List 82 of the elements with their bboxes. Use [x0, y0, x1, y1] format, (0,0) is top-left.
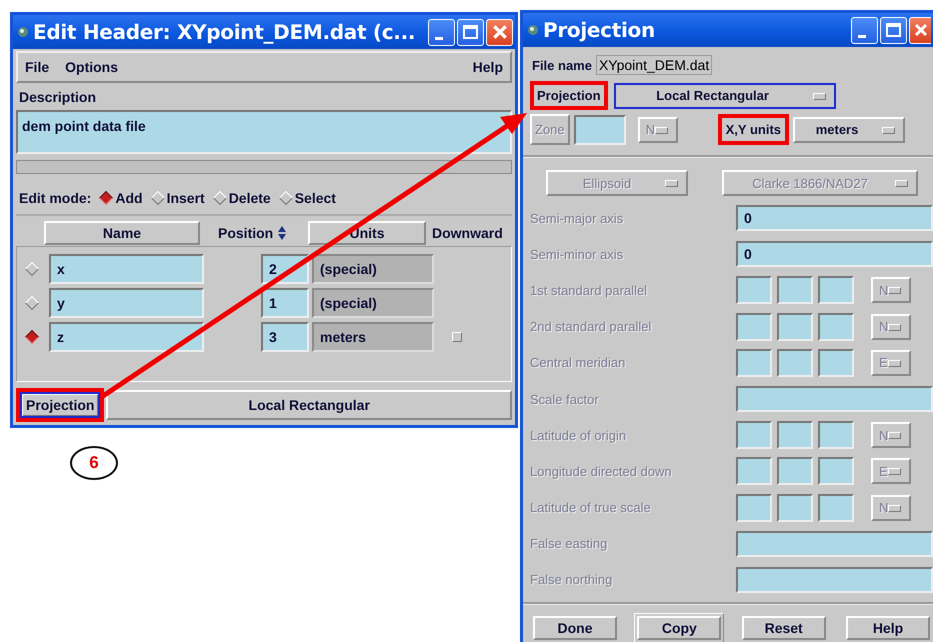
units-cell[interactable]: (special) — [312, 288, 434, 318]
app-icon — [527, 24, 539, 36]
projection-dropdown[interactable]: Local Rectangular — [614, 82, 836, 108]
position-field[interactable]: 1 — [261, 288, 309, 318]
parameter-label: Scale factor — [530, 392, 600, 407]
parameter-label: False northing — [530, 572, 614, 588]
seconds-field[interactable] — [818, 276, 854, 304]
parameter-label: Latitude of origin — [530, 428, 628, 443]
parameter-label: Semi-major axis — [530, 210, 624, 226]
minutes-field[interactable] — [777, 312, 813, 341]
parameter-label: Central meridian — [530, 355, 626, 370]
degrees-field[interactable] — [736, 348, 772, 377]
close-button[interactable] — [486, 18, 513, 46]
projection-value: Local Rectangular — [106, 390, 512, 420]
file-name-label: File name — [532, 58, 592, 72]
name-field[interactable]: x — [49, 254, 204, 284]
close-icon — [914, 22, 928, 38]
seconds-field[interactable] — [818, 421, 854, 450]
mode-radio[interactable]: Insert — [152, 190, 205, 206]
degrees-field[interactable] — [736, 312, 772, 341]
zone-field[interactable] — [574, 114, 626, 144]
description-label: Description — [18, 88, 98, 107]
window-title: Edit Header: XYpoint_DEM.dat (c... — [33, 20, 416, 44]
column-header: Downward — [432, 225, 503, 241]
edit-mode-label: Edit mode: — [19, 190, 92, 206]
app-icon — [17, 26, 29, 38]
maximize-button[interactable] — [880, 16, 907, 44]
seconds-field[interactable] — [818, 457, 854, 486]
minutes-field[interactable] — [777, 457, 813, 486]
degrees-field[interactable] — [736, 494, 772, 522]
minimize-button[interactable] — [428, 18, 455, 46]
minutes-field[interactable] — [777, 494, 813, 522]
sort-icon[interactable] — [277, 225, 288, 241]
step-number: 6 — [70, 446, 118, 480]
close-icon — [492, 24, 508, 40]
dialog-button[interactable]: Help — [846, 616, 930, 640]
units-cell[interactable]: (special) — [312, 254, 434, 284]
xy-units-label: X,Y units — [724, 121, 782, 139]
projection-label: Projection — [536, 87, 602, 105]
parameter-field[interactable] — [736, 530, 933, 557]
units-dropdown[interactable]: meters — [793, 116, 906, 142]
downward-checkbox[interactable] — [452, 332, 462, 342]
file-name-value: XYpoint_DEM.dat — [596, 55, 712, 75]
maximize-button[interactable] — [457, 18, 484, 46]
degrees-field[interactable] — [736, 457, 772, 486]
units-cell[interactable]: meters — [312, 322, 434, 352]
dialog-button[interactable]: Copy — [637, 616, 722, 640]
minutes-field[interactable] — [777, 276, 813, 304]
dialog-button[interactable]: Done — [533, 616, 617, 640]
parameter-label: 2nd standard parallel — [530, 319, 652, 334]
degrees-field[interactable] — [736, 421, 772, 450]
mode-radio[interactable]: Select — [280, 190, 336, 206]
parameter-label: Latitude of true scale — [530, 500, 652, 516]
minutes-field[interactable] — [777, 421, 813, 450]
seconds-field[interactable] — [818, 494, 854, 522]
degrees-field[interactable] — [736, 276, 772, 304]
menu-item[interactable]: Help — [472, 59, 503, 75]
mode-radio[interactable]: Delete — [214, 190, 271, 206]
projection-button[interactable]: Projection — [20, 392, 100, 418]
seconds-field[interactable] — [818, 312, 854, 341]
parameter-label: False easting — [530, 536, 608, 552]
description-field[interactable]: dem point data file — [16, 110, 512, 154]
window-title: Projection — [543, 18, 655, 42]
parameter-label: 1st standard parallel — [530, 282, 648, 298]
column-header: Position — [218, 225, 274, 241]
menu-item[interactable]: File — [25, 59, 50, 75]
minimize-button[interactable] — [851, 16, 878, 44]
parameter-field[interactable] — [736, 386, 933, 412]
parameter-label: Longitude directed down — [530, 464, 673, 479]
minutes-field[interactable] — [777, 348, 813, 377]
menu-item[interactable]: Options — [65, 59, 118, 75]
mode-radio[interactable]: Add — [101, 190, 143, 206]
parameter-field[interactable] — [736, 566, 933, 593]
position-field[interactable]: 3 — [261, 322, 309, 352]
seconds-field[interactable] — [818, 348, 854, 377]
close-button[interactable] — [909, 16, 931, 44]
parameter-label: Semi-minor axis — [530, 246, 624, 262]
column-header[interactable]: Name — [44, 221, 200, 245]
dialog-button[interactable]: Reset — [742, 616, 826, 640]
scroll-bar[interactable] — [16, 160, 512, 174]
name-field[interactable]: z — [49, 322, 204, 352]
name-field[interactable]: y — [49, 288, 204, 318]
